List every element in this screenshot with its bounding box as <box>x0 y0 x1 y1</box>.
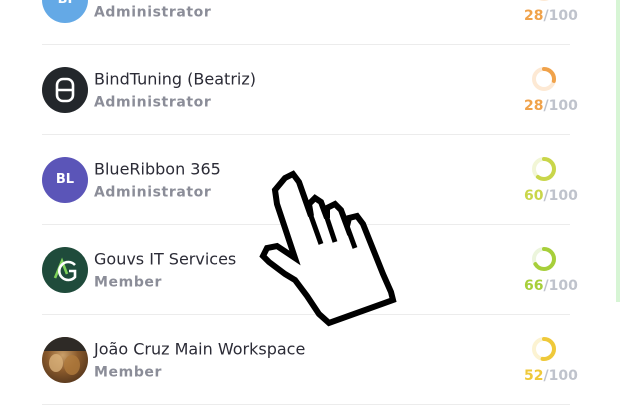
score-indicator: 28/100 <box>524 0 578 24</box>
score-ring-icon <box>532 246 556 271</box>
workspace-name: BindTuning (Beatriz) <box>94 69 256 88</box>
score-indicator: 28/100 <box>524 66 578 114</box>
avatar: BL <box>42 156 88 203</box>
photo-avatar <box>42 336 88 383</box>
score-value: 66/100 <box>524 277 578 294</box>
list-item[interactable]: BindTuning (Beatriz) Administrator 28/10… <box>42 45 578 135</box>
role-label: Administrator <box>94 4 212 20</box>
role-label: Administrator <box>94 94 212 110</box>
score-ring-icon <box>532 336 556 361</box>
workspace-name: BlueRibbon 365 <box>94 159 221 178</box>
item-text: Gouvs IT Services Member <box>94 249 236 290</box>
score-value: 60/100 <box>524 187 578 204</box>
avatar: BI <box>42 0 88 23</box>
score-value: 28/100 <box>524 7 578 24</box>
score-indicator: 60/100 <box>524 156 578 204</box>
score-value: 28/100 <box>524 97 578 114</box>
score-ring-icon <box>532 156 556 181</box>
score-ring-icon <box>532 0 556 1</box>
gouvs-logo-avatar <box>42 246 88 293</box>
workspace-name: João Cruz Main Workspace <box>94 339 306 358</box>
avatar-initials: BI <box>58 0 73 7</box>
score-ring-icon <box>532 66 556 91</box>
gouvs-logo-icon <box>53 256 77 281</box>
item-text: Administrator <box>94 0 211 20</box>
score-value: 52/100 <box>524 367 578 384</box>
bindtuning-logo-avatar <box>42 66 88 113</box>
score-indicator: 66/100 <box>524 246 578 294</box>
role-label: Administrator <box>94 184 212 200</box>
avatar-initials: BL <box>55 172 75 187</box>
score-indicator: 52/100 <box>524 336 578 384</box>
photo-icon <box>42 336 88 375</box>
role-label: Member <box>94 364 163 380</box>
role-label: Member <box>94 274 163 290</box>
scroll-edge <box>616 0 620 302</box>
item-text: BindTuning (Beatriz) Administrator <box>94 69 256 110</box>
list-item[interactable]: BI Administrator 28/100 <box>42 0 578 45</box>
hand-pointer-cursor-icon <box>259 170 397 327</box>
item-text: João Cruz Main Workspace Member <box>94 339 305 380</box>
item-text: BlueRibbon 365 Administrator <box>94 159 221 200</box>
workspace-name: Gouvs IT Services <box>94 249 237 268</box>
bindtuning-logo-icon <box>55 77 75 102</box>
